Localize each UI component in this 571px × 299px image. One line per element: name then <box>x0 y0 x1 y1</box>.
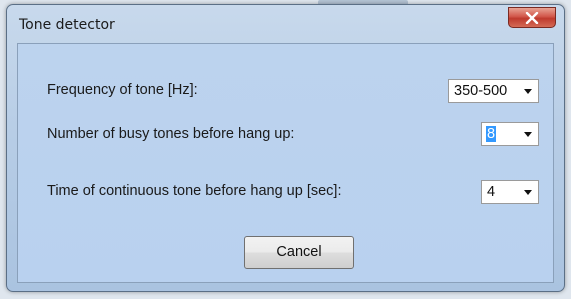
chevron-down-icon <box>524 190 532 195</box>
continuous-time-label: Time of continuous tone before hang up [… <box>47 183 342 199</box>
close-icon <box>525 11 539 24</box>
tone-detector-dialog: Tone detector Frequency of tone [Hz]: 35… <box>6 4 565 292</box>
busy-tones-label: Number of busy tones before hang up: <box>47 126 295 142</box>
window-title: Tone detector <box>19 17 115 33</box>
close-button[interactable] <box>508 7 556 28</box>
busy-tones-select[interactable]: 8 <box>481 122 539 146</box>
title-bar: Tone detector <box>7 5 564 43</box>
dialog-content: Frequency of tone [Hz]: 350-500 Number o… <box>17 43 554 283</box>
cancel-button[interactable]: Cancel <box>244 236 354 269</box>
frequency-label: Frequency of tone [Hz]: <box>47 82 198 98</box>
frequency-select[interactable]: 350-500 <box>448 79 539 103</box>
frequency-value: 350-500 <box>454 83 508 99</box>
chevron-down-icon <box>524 89 532 94</box>
busy-tones-value: 8 <box>486 126 497 142</box>
continuous-time-value: 4 <box>487 184 496 200</box>
continuous-time-select[interactable]: 4 <box>481 180 539 204</box>
chevron-down-icon <box>524 132 532 137</box>
